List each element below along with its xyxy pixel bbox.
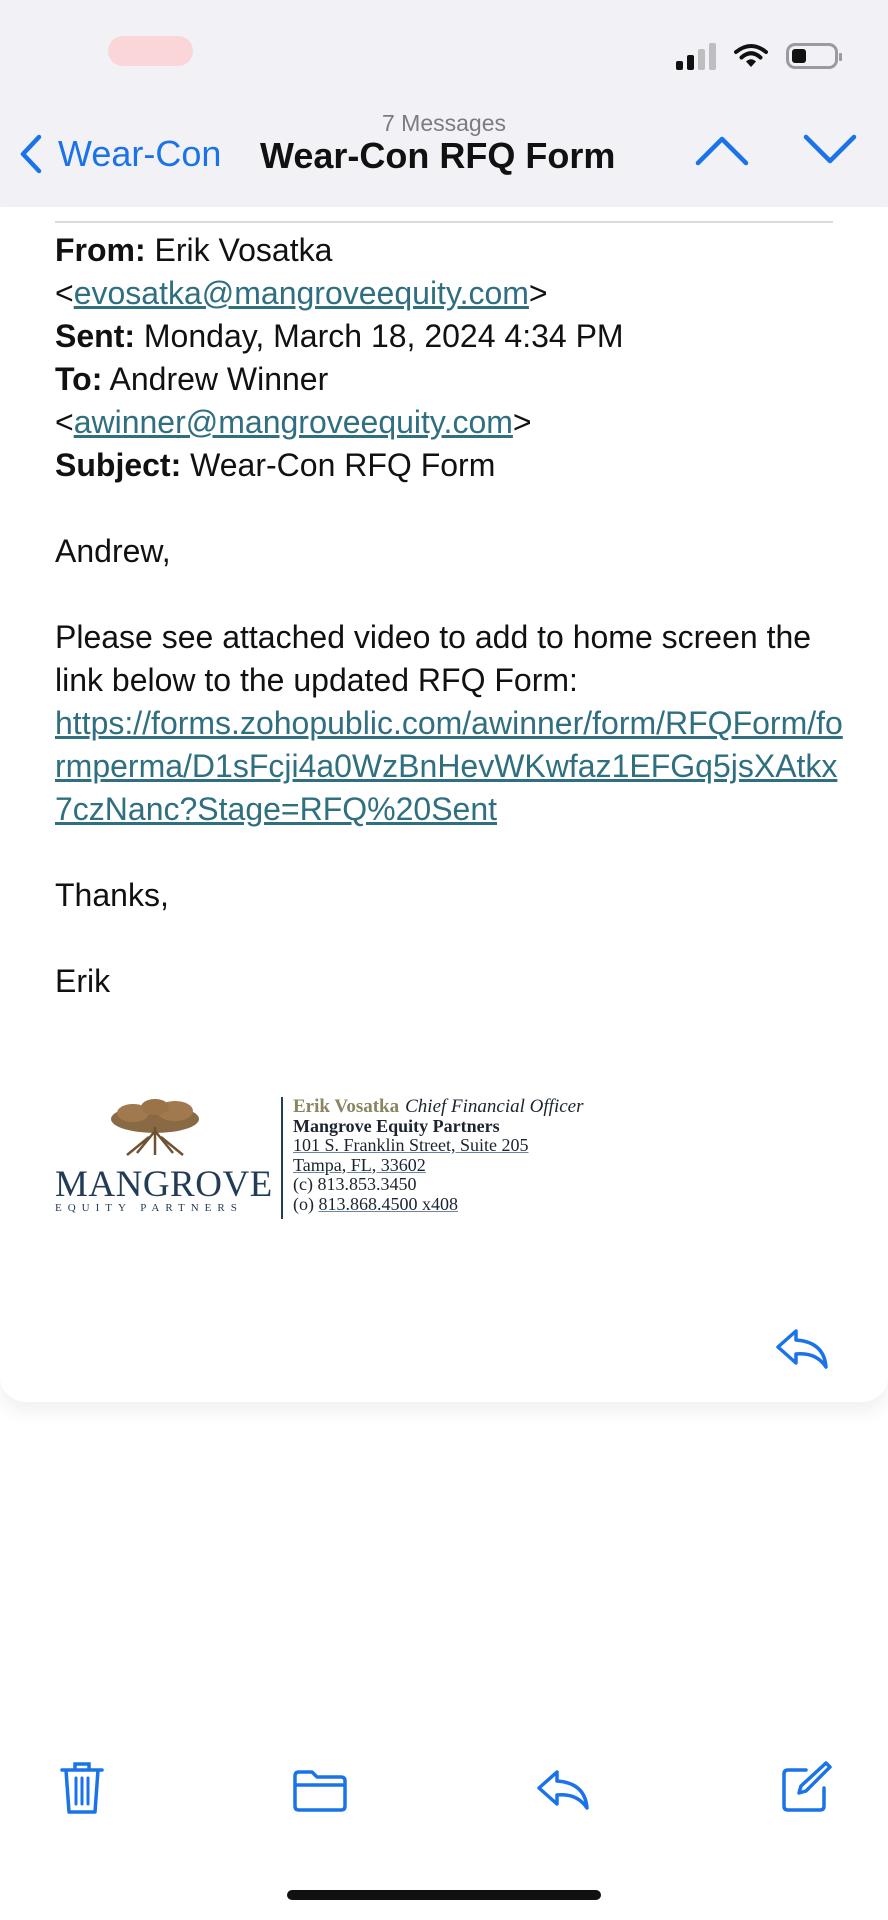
reply-icon <box>776 1329 828 1369</box>
chevron-left-icon <box>20 134 42 174</box>
thread-title: Wear-Con RFQ Form <box>260 135 616 176</box>
sent-value: Monday, March 18, 2024 4:34 PM <box>143 318 624 354</box>
recording-indicator <box>108 36 193 66</box>
to-email-line: <awinner@mangroveequity.com> <box>55 404 532 440</box>
message-card: From: Erik Vosatka <evosatka@mangroveequ… <box>0 207 888 1402</box>
reply-toolbar-button[interactable] <box>535 1766 591 1819</box>
signal-icon <box>676 42 716 70</box>
signature-text: Erik Vosatka Chief Financial Officer Mang… <box>293 1097 583 1219</box>
logo-wordmark: MANGROVE <box>55 1164 273 1205</box>
form-link[interactable]: https://forms.zohopublic.com/awinner/for… <box>55 702 845 831</box>
home-indicator[interactable] <box>287 1890 601 1900</box>
signature-office[interactable]: 813.868.4500 x408 <box>319 1194 459 1214</box>
bottom-toolbar <box>0 1760 888 1820</box>
closing: Thanks, <box>55 877 169 913</box>
signature-office-line: (o) 813.868.4500 x408 <box>293 1193 583 1215</box>
from-email-link[interactable]: evosatka@mangroveequity.com <box>74 275 529 311</box>
signoff: Erik <box>55 963 111 999</box>
back-label: Wear-Con <box>58 133 222 174</box>
tree-icon <box>111 1099 199 1156</box>
folder-icon <box>293 1770 347 1812</box>
reply-button[interactable] <box>774 1325 830 1378</box>
status-bar <box>676 42 842 70</box>
signature-divider <box>281 1097 283 1219</box>
chevron-down-icon <box>803 134 857 164</box>
from-name: Erik Vosatka <box>154 232 333 268</box>
signature-company: Mangrove Equity Partners <box>293 1115 500 1136</box>
subject-value: Wear-Con RFQ Form <box>190 447 496 483</box>
trash-icon <box>60 1762 104 1814</box>
to-label: To: <box>55 361 103 397</box>
greeting: Andrew, <box>55 533 171 569</box>
to-line: To: Andrew Winner <box>55 358 845 401</box>
next-message-button[interactable] <box>802 133 858 172</box>
compose-button[interactable] <box>780 1760 832 1819</box>
subject-line: Subject: Wear-Con RFQ Form <box>55 444 845 487</box>
from-email-line: <evosatka@mangroveequity.com> <box>55 275 548 311</box>
delete-button[interactable] <box>58 1760 106 1821</box>
previous-message-button[interactable] <box>694 133 750 172</box>
office-prefix: (o) <box>293 1193 319 1214</box>
message-body: From: Erik Vosatka <evosatka@mangroveequ… <box>55 229 845 1003</box>
signature-address-city[interactable]: Tampa, FL, 33602 <box>293 1155 583 1176</box>
sent-line: Sent: Monday, March 18, 2024 4:34 PM <box>55 315 845 358</box>
chevron-up-icon <box>695 136 749 166</box>
divider <box>55 221 833 223</box>
from-line: From: Erik Vosatka <box>55 229 845 272</box>
reply-icon <box>537 1770 589 1810</box>
navigation-header: 7 Messages Wear-Con Wear-Con RFQ Form <box>0 0 888 208</box>
battery-icon <box>786 43 842 69</box>
move-to-folder-button[interactable] <box>292 1768 348 1817</box>
from-label: From: <box>55 232 146 268</box>
wifi-icon <box>734 44 768 67</box>
compose-icon <box>782 1761 832 1812</box>
sent-label: Sent: <box>55 318 135 354</box>
body-text: Please see attached video to add to home… <box>55 619 812 698</box>
subject-label: Subject: <box>55 447 182 483</box>
back-button[interactable]: Wear-Con <box>18 133 221 175</box>
signature-address-street[interactable]: 101 S. Franklin Street, Suite 205 <box>293 1135 583 1156</box>
to-name: Andrew Winner <box>109 361 329 397</box>
mangrove-logo: MANGROVE EQUITY PARTNERS <box>55 1097 272 1219</box>
signature-name: Erik Vosatka <box>293 1096 400 1117</box>
email-signature: MANGROVE EQUITY PARTNERS Erik Vosatka Chi… <box>55 1097 583 1219</box>
signature-role: Chief Financial Officer <box>405 1096 584 1117</box>
logo-subtext: EQUITY PARTNERS <box>55 1202 243 1214</box>
signature-cell[interactable]: (c) 813.853.3450 <box>293 1174 583 1195</box>
to-email-link[interactable]: awinner@mangroveequity.com <box>74 404 513 440</box>
